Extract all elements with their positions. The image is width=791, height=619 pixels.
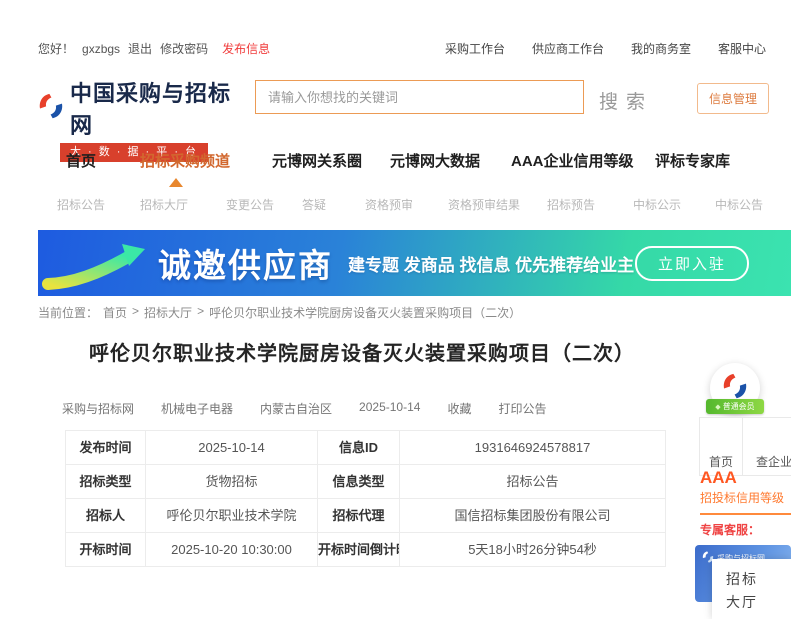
breadcrumb-separator: > [132,304,139,321]
meta-region-link[interactable]: 内蒙古自治区 [260,400,332,417]
meta-date: 2025-10-14 [359,400,420,417]
logo-swirl-icon [38,91,64,126]
greeting-text: 您好！ [38,40,74,57]
table-value-publish-time: 2025-10-14 [146,431,318,465]
subnav-item-prequalification[interactable]: 资格预审 [365,196,413,213]
table-value-info-type: 招标公告 [400,465,666,499]
subnav-item-qa[interactable]: 答疑 [302,196,326,213]
search-button[interactable]: 搜索 [593,86,659,115]
publish-info-link[interactable]: 发布信息 [222,40,270,57]
bid-hall-popup-menu-item[interactable]: 招标 大厅 [712,559,791,619]
logo-title: 中国采购与招标网 [70,76,248,140]
breadcrumb-prefix: 当前位置： [38,304,98,321]
table-label-agency: 招标代理 [318,499,400,533]
gem-icon: ◆ [715,404,720,411]
quicklink-company-label: 查企业 [756,453,791,470]
aaa-credit-title[interactable]: AAA [700,468,737,488]
info-table: 发布时间 2025-10-14 信息ID 1931646924578817 招标… [65,430,666,567]
table-label-tenderer: 招标人 [66,499,146,533]
nav-item-aaa-credit[interactable]: AAA企业信用等级 [511,150,634,171]
sidebar-quicklink-company-search[interactable]: 查企业 [742,417,791,476]
breadcrumb-section[interactable]: 招标大厅 [144,304,192,321]
search-input[interactable] [255,80,584,114]
table-value-tenderer: 呼伦贝尔职业技术学院 [146,499,318,533]
banner-title: 诚邀供应商 [158,239,333,287]
popup-label-line1: 招标 [726,568,791,591]
member-level-badge: ◆普通会员 [706,399,764,414]
print-notice-button[interactable]: 打印公告 [498,400,546,417]
breadcrumb: 当前位置： 首页 > 招标大厅 > 呼伦贝尔职业技术学院厨房设备灭火装置采购项目… [38,304,521,321]
table-label-bid-type: 招标类型 [66,465,146,499]
table-value-agency: 国信招标集团股份有限公司 [400,499,666,533]
topbar-user-area: 您好！ gxzbgs 退出 修改密码 发布信息 [38,40,270,57]
subnav-item-bid-notice[interactable]: 招标公告 [57,196,105,213]
nav-item-expert-library[interactable]: 评标专家库 [655,150,730,171]
nav-item-bidding-channel[interactable]: 招标采购频道 [140,150,230,171]
logout-link[interactable]: 退出 [128,40,152,57]
banner-tagline: 建专题 发商品 找信息 优先推荐给业主 [348,251,634,276]
join-now-button[interactable]: 立即入驻 [635,246,749,281]
table-label-opening-time: 开标时间 [66,533,146,567]
member-level-label: 普通会员 [723,402,755,411]
table-value-bid-type: 货物招标 [146,465,318,499]
banner-arrow-icon [38,230,156,296]
popup-label-line2: 大厅 [726,591,791,614]
topbar-link-supplier-workbench[interactable]: 供应商工作台 [532,40,604,57]
topbar-link-buyer-workbench[interactable]: 采购工作台 [445,40,505,57]
breadcrumb-separator: > [197,304,204,321]
table-value-opening-time: 2025-10-20 10:30:00 [146,533,318,567]
nav-item-bigdata[interactable]: 元博网大数据 [390,150,480,171]
table-label-info-id: 信息ID [318,431,400,465]
favorite-button[interactable]: 收藏 [447,400,471,417]
breadcrumb-current: 呼伦贝尔职业技术学院厨房设备灭火装置采购项目（二次） [209,304,521,321]
subnav-item-bid-hall[interactable]: 招标大厅 [140,196,188,213]
table-label-countdown: 开标时间倒计时 [318,533,400,567]
table-value-info-id: 1931646924578817 [400,431,666,465]
subnav-item-win-publicity[interactable]: 中标公示 [633,196,681,213]
topbar-link-customer-service[interactable]: 客服中心 [718,40,766,57]
page-title: 呼伦贝尔职业技术学院厨房设备灭火装置采购项目（二次） [38,337,686,366]
subnav-item-bid-preview[interactable]: 招标预告 [547,196,595,213]
subnav-item-prequalification-result[interactable]: 资格预审结果 [448,196,520,213]
supplier-banner[interactable]: 诚邀供应商 建专题 发商品 找信息 优先推荐给业主 立即入驻 [38,230,791,296]
meta-category-link[interactable]: 机械电子电器 [161,400,233,417]
username: gxzbgs [82,42,120,56]
topbar-link-business-room[interactable]: 我的商务室 [631,40,691,57]
active-nav-indicator [169,178,183,187]
topbar-links: 采购工作台 供应商工作台 我的商务室 客服中心 网站导航 关注 [445,40,791,57]
aaa-credit-subtitle[interactable]: 招投标信用等级 [700,489,791,515]
table-value-countdown: 5天18小时26分钟54秒 [400,533,666,567]
nav-item-home[interactable]: 首页 [66,150,96,171]
subnav-item-change-notice[interactable]: 变更公告 [226,196,274,213]
table-label-info-type: 信息类型 [318,465,400,499]
meta-source-link[interactable]: 采购与招标网 [62,400,134,417]
dedicated-service-label: 专属客服： [700,521,760,538]
info-manage-button[interactable]: 信息管理 [697,83,769,114]
change-password-link[interactable]: 修改密码 [160,40,208,57]
nav-item-relations[interactable]: 元博网关系圈 [272,150,362,171]
subnav-item-win-notice[interactable]: 中标公告 [715,196,763,213]
breadcrumb-home[interactable]: 首页 [103,304,127,321]
table-label-publish-time: 发布时间 [66,431,146,465]
article-meta: 采购与招标网 机械电子电器 内蒙古自治区 2025-10-14 收藏 打印公告 [62,400,546,417]
